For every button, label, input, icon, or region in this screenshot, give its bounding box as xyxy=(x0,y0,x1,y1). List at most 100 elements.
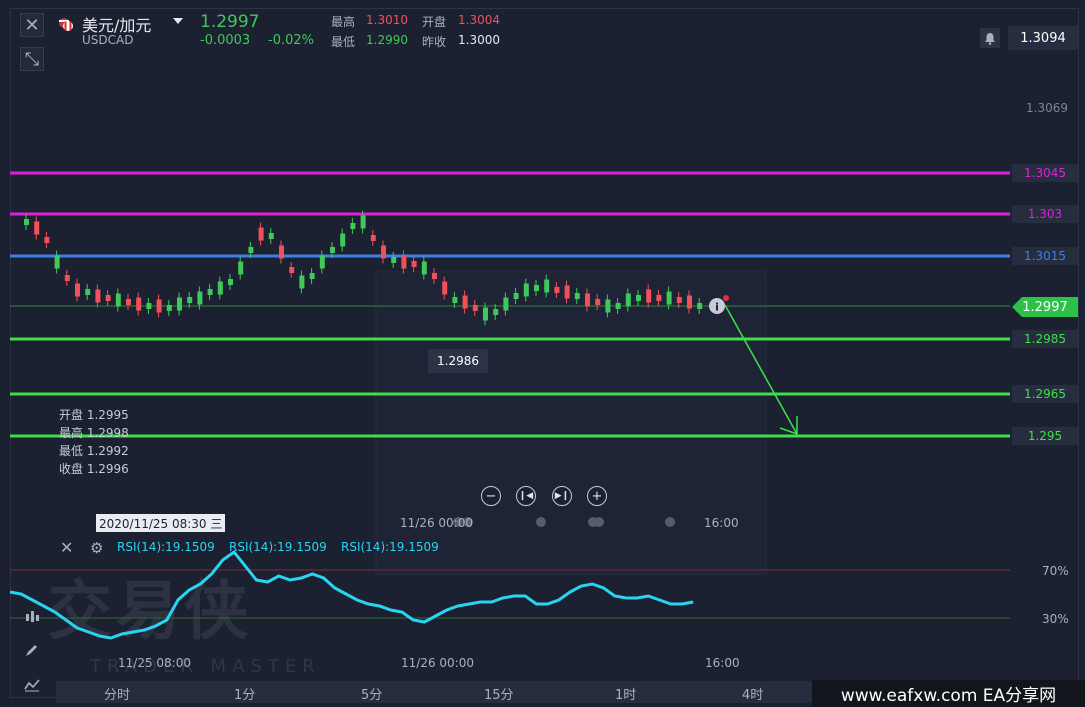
tab-15min[interactable]: 15分 xyxy=(484,684,514,703)
candle-body xyxy=(197,291,203,305)
candle-body xyxy=(615,303,621,309)
candle-body xyxy=(391,257,397,263)
candle-body xyxy=(156,299,162,313)
tab-5min[interactable]: 5分 xyxy=(361,684,382,703)
price-chart[interactable]: i xyxy=(0,0,1085,707)
candle-body xyxy=(177,297,182,311)
current-price-tag: 1.2997 xyxy=(1012,297,1078,317)
candle-body xyxy=(279,245,284,259)
tab-tick[interactable]: 分时 xyxy=(104,684,130,703)
candle-body xyxy=(687,295,692,309)
rsi-label: RSI(14):19.1509 xyxy=(117,540,215,554)
candle-body xyxy=(564,285,570,299)
candle-body xyxy=(75,283,80,297)
candle-high: 最高 1.2998 xyxy=(59,426,129,440)
candle-body xyxy=(126,299,131,305)
candle-body xyxy=(462,295,468,309)
low-price-tooltip: 1.2986 xyxy=(428,349,488,373)
rsi-30-label: 30% xyxy=(1042,612,1069,626)
line-chart-tool-icon[interactable] xyxy=(18,673,46,697)
candle-body xyxy=(136,297,142,311)
candle-body xyxy=(146,303,152,309)
candle-body xyxy=(483,307,488,321)
level-tag-3: 1.3015 xyxy=(1012,247,1078,265)
candle-body xyxy=(319,255,325,269)
candle-body xyxy=(258,227,264,241)
zoom-out-icon[interactable]: − xyxy=(481,486,501,506)
time-label: 16:00 xyxy=(704,516,739,530)
level-tag-2: 1.303 xyxy=(1012,205,1078,223)
timeline-dot xyxy=(665,517,675,527)
candle-body xyxy=(513,293,519,299)
candle-low: 最低 1.2992 xyxy=(59,444,129,458)
level-tag-6: 1.295 xyxy=(1012,427,1078,445)
settings-icon[interactable]: ⚙ xyxy=(90,539,103,557)
candle-body xyxy=(24,219,29,225)
level-tag-5: 1.2965 xyxy=(1012,385,1078,403)
candle-body xyxy=(554,287,560,293)
rsi-label: RSI(14):19.1509 xyxy=(229,540,327,554)
tab-1min[interactable]: 1分 xyxy=(234,684,255,703)
candle-body xyxy=(574,293,580,299)
timeline-dot xyxy=(536,517,546,527)
candle-body xyxy=(523,283,529,297)
candle-body xyxy=(646,289,652,303)
candle-close: 收盘 1.2996 xyxy=(59,462,129,476)
candle-body xyxy=(656,295,662,301)
candle-body xyxy=(360,215,366,229)
site-watermark: www.eafxw.com EA分享网 xyxy=(812,680,1085,707)
candle-body xyxy=(95,289,101,303)
candle-body xyxy=(207,289,213,295)
candle-body xyxy=(605,299,611,313)
candle-body xyxy=(421,261,427,275)
candle-body xyxy=(54,255,60,269)
candle-body xyxy=(64,275,70,281)
candle-body xyxy=(625,293,631,307)
candle-body xyxy=(330,247,335,253)
candle-body xyxy=(503,297,509,311)
candle-body xyxy=(676,297,682,303)
candle-body xyxy=(544,279,550,293)
tab-1hour[interactable]: 1时 xyxy=(615,684,636,703)
tab-4hour[interactable]: 4时 xyxy=(742,684,763,703)
level-tag-4: 1.2985 xyxy=(1012,330,1078,348)
candle-body xyxy=(268,233,274,239)
candle-body xyxy=(370,235,376,241)
candle-body xyxy=(248,247,254,253)
candle-body xyxy=(85,289,91,295)
candle-body xyxy=(666,291,672,305)
rsi-label: RSI(14):19.1509 xyxy=(341,540,439,554)
draw-tool-icon[interactable] xyxy=(18,638,46,662)
close-icon[interactable]: ✕ xyxy=(60,538,73,557)
step-forward-icon[interactable]: ▶❙ xyxy=(552,486,572,506)
candle-body xyxy=(115,293,121,307)
rsi-time-label: 11/26 00:00 xyxy=(401,656,474,670)
zoom-in-icon[interactable]: + xyxy=(587,486,607,506)
candle-body xyxy=(105,295,111,301)
indicator-tool-icon[interactable] xyxy=(18,605,46,629)
candle-body xyxy=(432,273,437,279)
candle-body xyxy=(585,293,590,307)
candle-body xyxy=(289,267,295,273)
level-tag-1: 1.3045 xyxy=(1012,164,1078,182)
candle-body xyxy=(442,281,448,295)
candle-body xyxy=(534,285,539,291)
candle-body xyxy=(44,237,50,243)
candle-open: 开盘 1.2995 xyxy=(59,408,129,422)
candle-body xyxy=(401,255,407,269)
step-back-icon[interactable]: ❙◀ xyxy=(516,486,536,506)
axis-label: 1.3069 xyxy=(1026,101,1068,115)
candle-body xyxy=(34,221,40,235)
candle-body xyxy=(411,261,417,267)
timeline-dot xyxy=(594,517,604,527)
candle-body xyxy=(340,233,346,247)
time-label: 11/26 00:00 xyxy=(400,516,473,530)
candle-body xyxy=(472,305,478,311)
candle-body xyxy=(309,273,315,279)
candle-body xyxy=(452,297,458,303)
candle-body xyxy=(381,245,386,259)
rsi-time-label: 16:00 xyxy=(705,656,740,670)
candle-body xyxy=(238,261,244,275)
candle-body xyxy=(636,295,641,301)
crosshair-date: 2020/11/25 08:30 三 xyxy=(96,514,226,532)
